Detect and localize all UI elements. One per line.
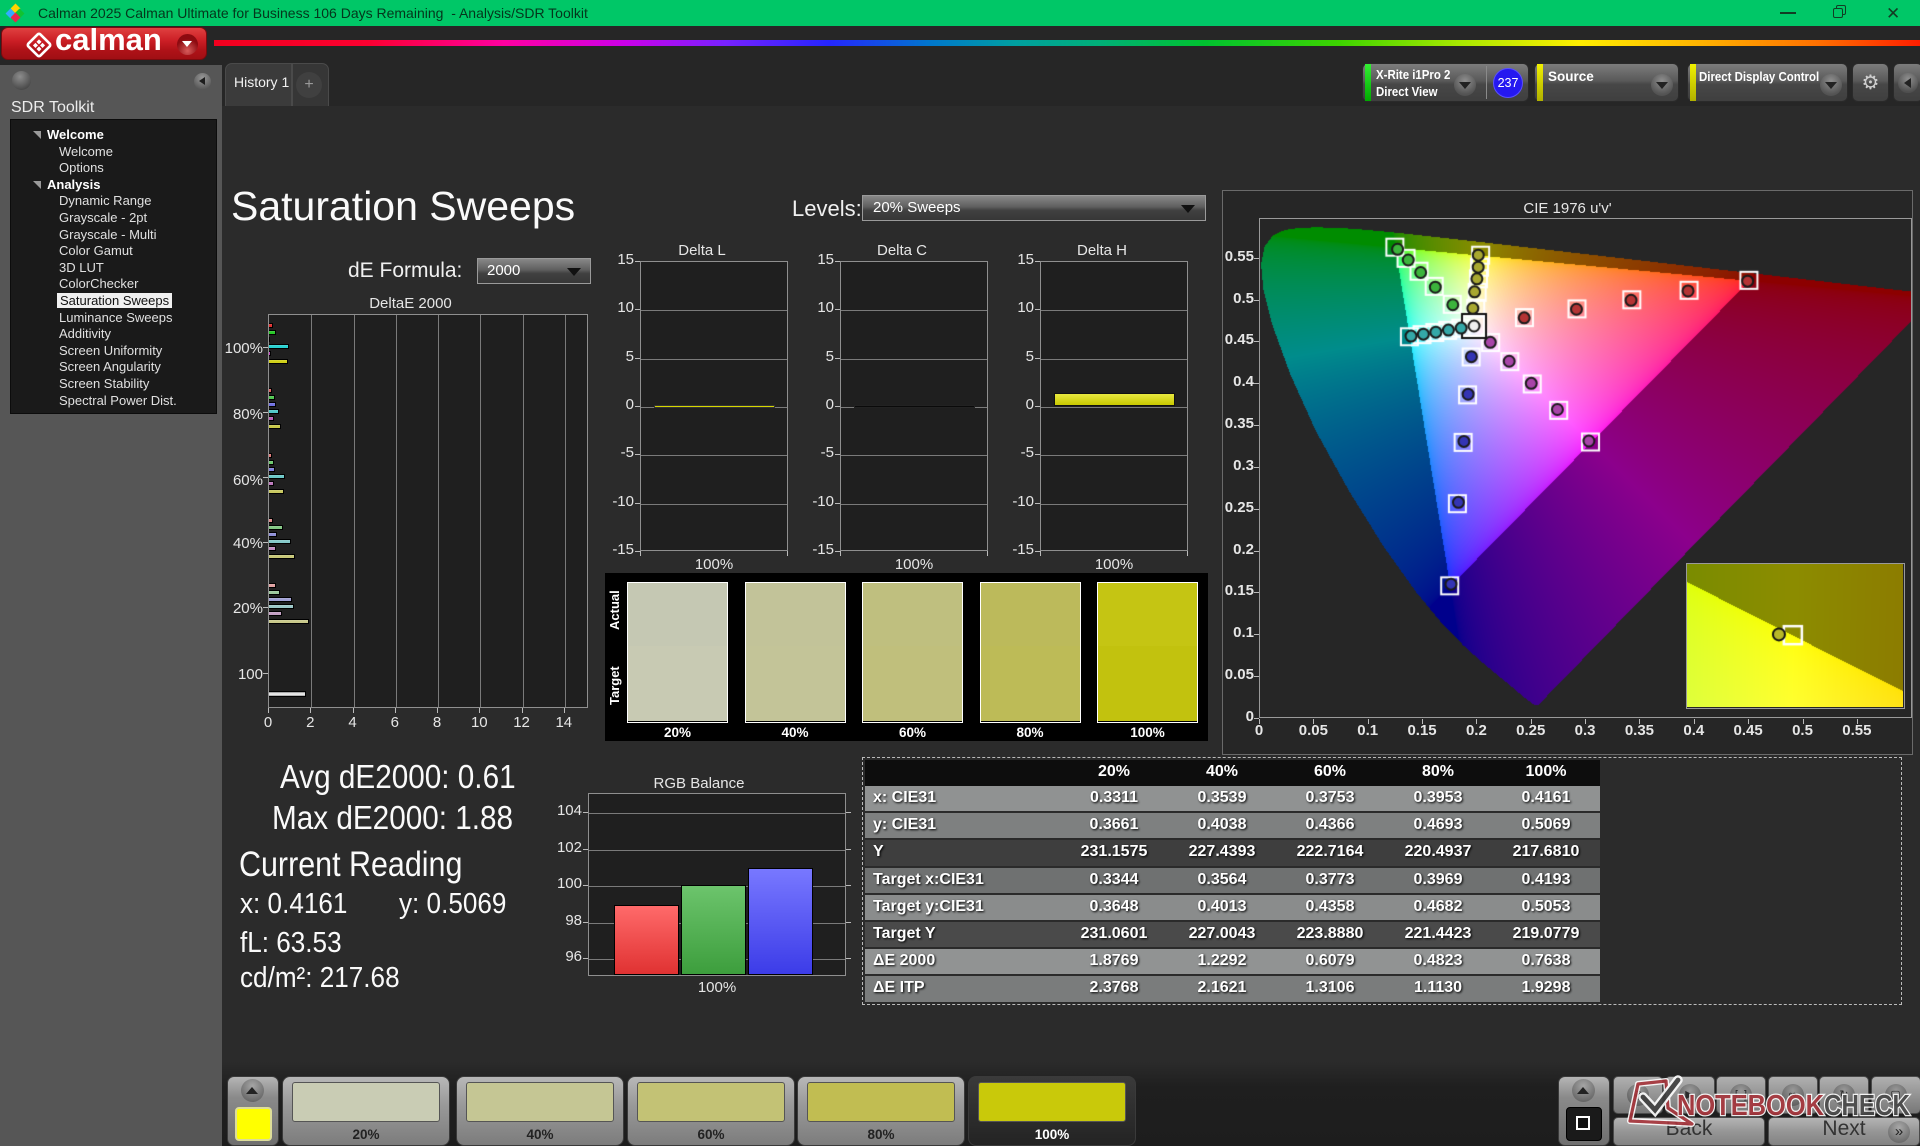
svg-text:NOTEBOOK: NOTEBOOK	[1677, 1090, 1824, 1122]
svg-text:CHECK: CHECK	[1824, 1090, 1910, 1122]
